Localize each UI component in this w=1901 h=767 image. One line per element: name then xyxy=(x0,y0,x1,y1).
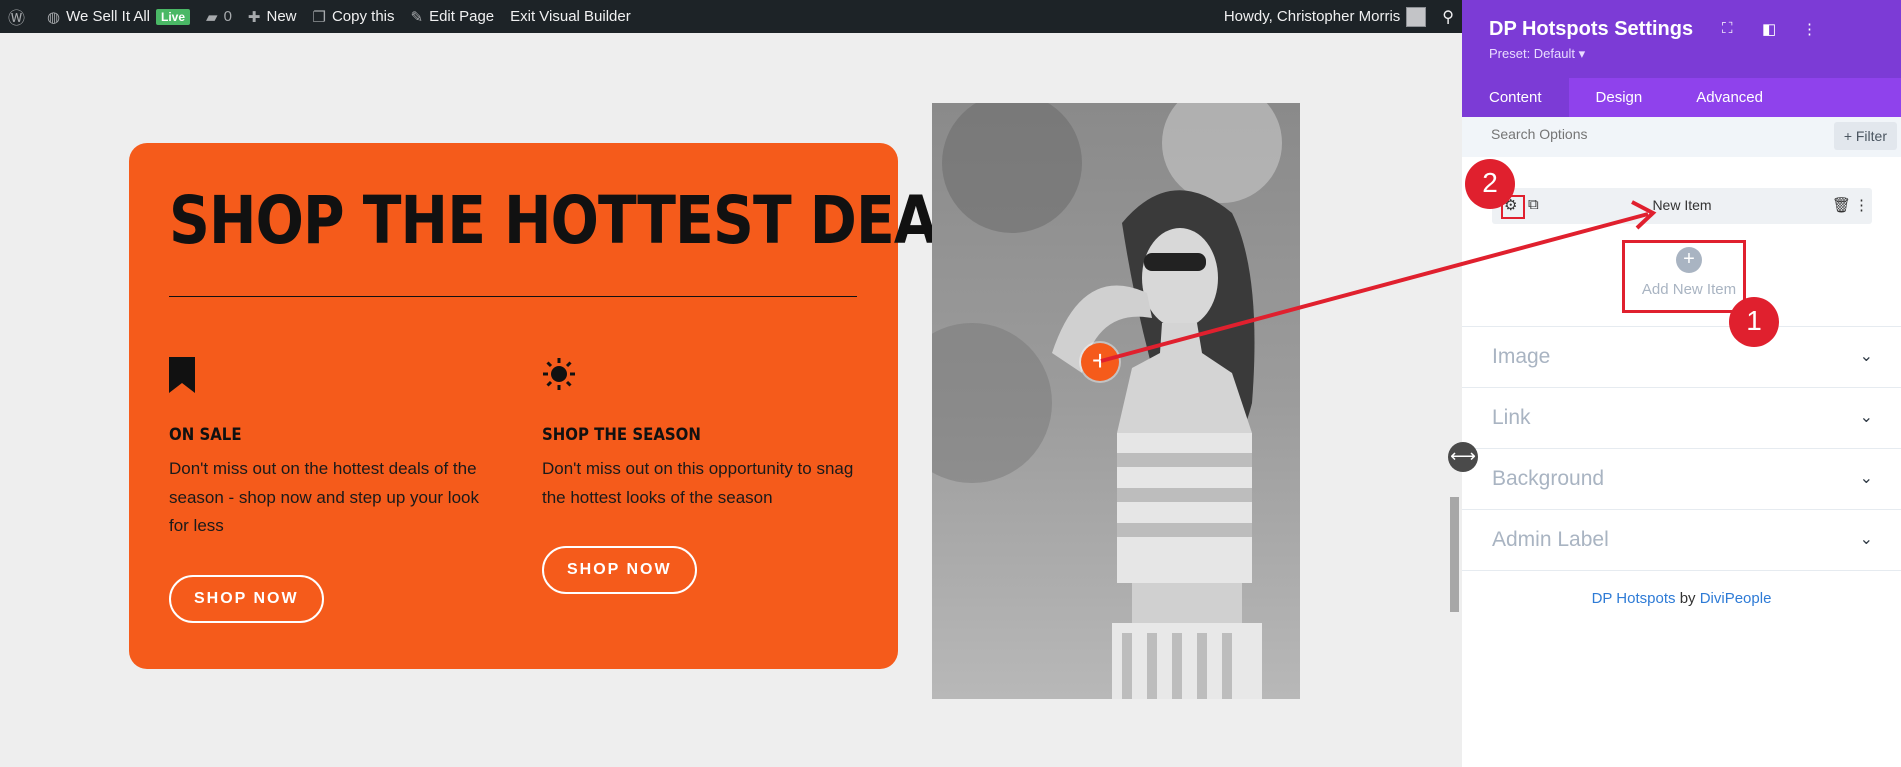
account-menu[interactable]: Howdy, Christopher Morris xyxy=(1216,0,1434,33)
preset-dropdown[interactable]: Preset: Default ▾ xyxy=(1489,46,1585,62)
panel-title: DP Hotspots Settings xyxy=(1489,18,1694,40)
scrollbar-thumb[interactable] xyxy=(1450,497,1459,612)
comments-link[interactable]: ▰ 0 xyxy=(198,0,240,33)
feature-shop-season: SHOP THE SEASON Don't miss out on this o… xyxy=(542,357,872,594)
hotspot-marker[interactable]: + xyxy=(1081,343,1119,381)
pencil-icon: ✎ xyxy=(410,8,424,26)
wordpress-logo-icon[interactable]: Ⓦ xyxy=(0,0,39,33)
annotation-box-add-new xyxy=(1622,240,1746,313)
plus-icon: ✚ xyxy=(247,8,261,26)
section-label: Admin Label xyxy=(1492,528,1609,551)
panel-footer: DP Hotspots by DiviPeople xyxy=(1462,590,1901,607)
exit-visual-builder-link[interactable]: Exit Visual Builder xyxy=(502,0,639,33)
section-background[interactable]: Background ⌄ xyxy=(1462,448,1901,509)
section-admin-label[interactable]: Admin Label ⌄ xyxy=(1462,509,1901,571)
new-content-link[interactable]: ✚ New xyxy=(240,0,305,33)
feature-on-sale: ON SALE Don't miss out on the hottest de… xyxy=(169,357,499,623)
annotation-badge-1: 1 xyxy=(1729,297,1779,347)
card-title: SHOP THE HOTTEST DEALS xyxy=(169,182,1013,259)
copy-icon: ❐ xyxy=(312,8,326,26)
annotation-badge-2: 2 xyxy=(1465,159,1515,209)
copy-link[interactable]: ❐ Copy this xyxy=(305,0,403,33)
hotspot-item-row[interactable]: ⚙ ⧉ New Item 🗑 ⋮ xyxy=(1492,188,1872,224)
fullscreen-icon[interactable]: ⛶ xyxy=(1722,20,1733,37)
promo-card: SHOP THE HOTTEST DEALS ON SALE Don't mis… xyxy=(129,143,1013,669)
search-options-input[interactable] xyxy=(1489,125,1793,143)
feature-text: Don't miss out on the hottest deals of t… xyxy=(169,459,479,535)
sun-icon xyxy=(542,357,872,397)
section-label: Link xyxy=(1492,406,1531,429)
tab-design[interactable]: Design xyxy=(1569,78,1670,117)
admin-bar: Ⓦ ◍ We Sell It All Live ▰ 0 ✚ New ❐ Copy… xyxy=(0,0,1462,33)
item-label: New Item xyxy=(1652,197,1712,213)
search-icon[interactable]: ⚲ xyxy=(1434,0,1462,33)
search-bar: + Filter xyxy=(1462,117,1901,157)
avatar xyxy=(1406,6,1427,27)
divider xyxy=(169,296,857,297)
model-photo xyxy=(932,103,1300,699)
comment-icon: ▰ xyxy=(206,8,218,26)
section-image[interactable]: Image ⌄ xyxy=(1462,326,1901,387)
by-text: by xyxy=(1679,590,1696,607)
shop-now-button[interactable]: SHOP NOW xyxy=(169,574,324,623)
bookmark-icon xyxy=(169,357,499,397)
site-name: We Sell It All xyxy=(66,8,151,25)
section-label: Background xyxy=(1492,467,1605,490)
resize-handle-icon[interactable]: ⟷ xyxy=(1448,442,1478,472)
feature-text: Don't miss out on this opportunity to sn… xyxy=(542,459,854,507)
copy-label: Copy this xyxy=(331,8,395,25)
edit-page-link[interactable]: ✎ Edit Page xyxy=(403,0,503,33)
edit-page-label: Edit Page xyxy=(429,8,495,25)
chevron-down-icon: ⌄ xyxy=(1859,470,1873,487)
panel-tabs: Content Design Advanced xyxy=(1462,78,1901,117)
tab-content[interactable]: Content xyxy=(1462,78,1569,117)
split-view-icon[interactable]: ◧ xyxy=(1762,20,1776,38)
dashboard-icon: ◍ xyxy=(47,8,61,26)
chevron-down-icon: ⌄ xyxy=(1859,531,1873,548)
section-link[interactable]: Link ⌄ xyxy=(1462,387,1901,448)
live-badge: Live xyxy=(156,8,191,25)
trash-icon[interactable]: 🗑 xyxy=(1832,196,1851,214)
chevron-down-icon: ⌄ xyxy=(1859,409,1873,426)
feature-heading: ON SALE xyxy=(169,425,242,445)
settings-panel: DP Hotspots Settings Preset: Default ▾ ⛶… xyxy=(1462,0,1901,767)
tab-advanced[interactable]: Advanced xyxy=(1669,78,1790,117)
section-label: Image xyxy=(1492,345,1551,368)
feature-heading: SHOP THE SEASON xyxy=(542,425,701,445)
vendor-link[interactable]: DiviPeople xyxy=(1700,590,1772,607)
site-name-link[interactable]: ◍ We Sell It All Live xyxy=(39,0,198,33)
new-label: New xyxy=(266,8,297,25)
more-options-icon[interactable]: ⋮ xyxy=(1802,20,1817,38)
shop-now-button[interactable]: SHOP NOW xyxy=(542,546,697,594)
product-link[interactable]: DP Hotspots xyxy=(1592,590,1676,607)
panel-header: DP Hotspots Settings Preset: Default ▾ ⛶… xyxy=(1462,0,1901,78)
exit-label: Exit Visual Builder xyxy=(510,8,631,25)
chevron-down-icon: ⌄ xyxy=(1859,348,1873,365)
filter-button[interactable]: + Filter xyxy=(1833,122,1897,150)
greeting: Howdy, Christopher Morris xyxy=(1223,8,1401,25)
comments-count: 0 xyxy=(223,8,232,25)
more-options-icon[interactable]: ⋮ xyxy=(1854,196,1869,214)
